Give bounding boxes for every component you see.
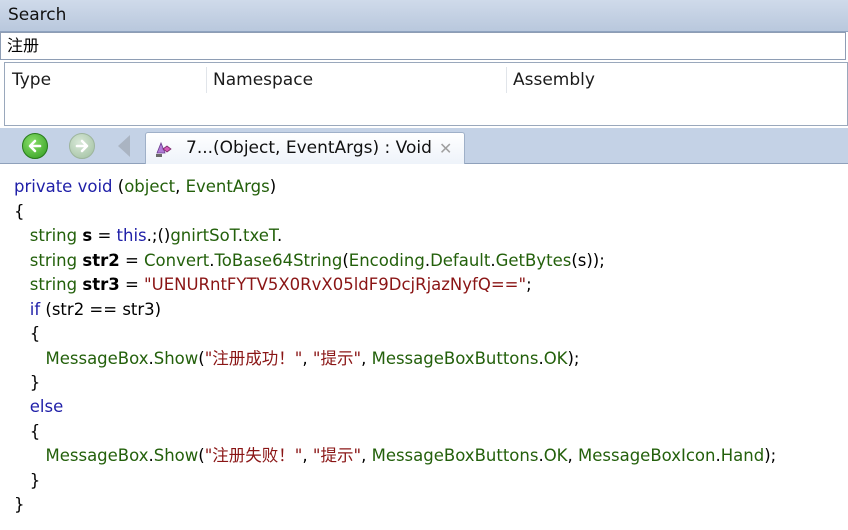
tab-label: 7...(Object, EventArgs) : Void bbox=[186, 138, 432, 158]
code-line: private void (object, EventArgs) bbox=[14, 177, 277, 196]
code-line: string s = this.;()gnirtSoT.txeT. bbox=[29, 226, 283, 245]
method-icon bbox=[156, 141, 172, 157]
forward-button[interactable] bbox=[69, 133, 95, 159]
close-icon[interactable]: ✕ bbox=[439, 139, 452, 158]
code-view[interactable]: private void (object, EventArgs) { strin… bbox=[0, 165, 848, 530]
code-line: string str3 = "UENURntFYTV5X0RvX05ldF9Dc… bbox=[29, 275, 532, 294]
search-results-list[interactable]: Type Namespace Assembly bbox=[4, 62, 848, 126]
code-line: MessageBox.Show("注册失败！", "提示", MessageBo… bbox=[45, 446, 777, 465]
code-line: { bbox=[29, 324, 41, 343]
back-button[interactable] bbox=[22, 133, 48, 159]
code-line: } bbox=[29, 373, 41, 392]
code-line: } bbox=[14, 495, 25, 514]
search-input[interactable]: 注册 bbox=[0, 32, 846, 60]
code-line: MessageBox.Show("注册成功！", "提示", MessageBo… bbox=[45, 349, 580, 368]
tab-strip: 7...(Object, EventArgs) : Void ✕ bbox=[0, 128, 848, 164]
column-header-type[interactable]: Type bbox=[5, 63, 205, 97]
code-line: { bbox=[14, 202, 25, 221]
code-line: string str2 = Convert.ToBase64String(Enc… bbox=[29, 251, 605, 270]
column-header-assembly[interactable]: Assembly bbox=[506, 63, 806, 97]
search-panel-title: Search bbox=[8, 5, 67, 25]
code-line: { bbox=[29, 422, 41, 441]
column-header-namespace[interactable]: Namespace bbox=[206, 63, 506, 97]
code-line: } bbox=[29, 471, 41, 490]
search-panel-title-bar: Search bbox=[0, 0, 848, 32]
arrow-right-icon bbox=[75, 139, 89, 153]
arrow-left-icon bbox=[28, 139, 42, 153]
code-line: else bbox=[29, 397, 64, 416]
tab-method[interactable]: 7...(Object, EventArgs) : Void ✕ bbox=[145, 132, 465, 164]
code-line: if (str2 == str3) bbox=[29, 300, 162, 319]
tab-scroll-left-icon[interactable] bbox=[118, 135, 130, 157]
